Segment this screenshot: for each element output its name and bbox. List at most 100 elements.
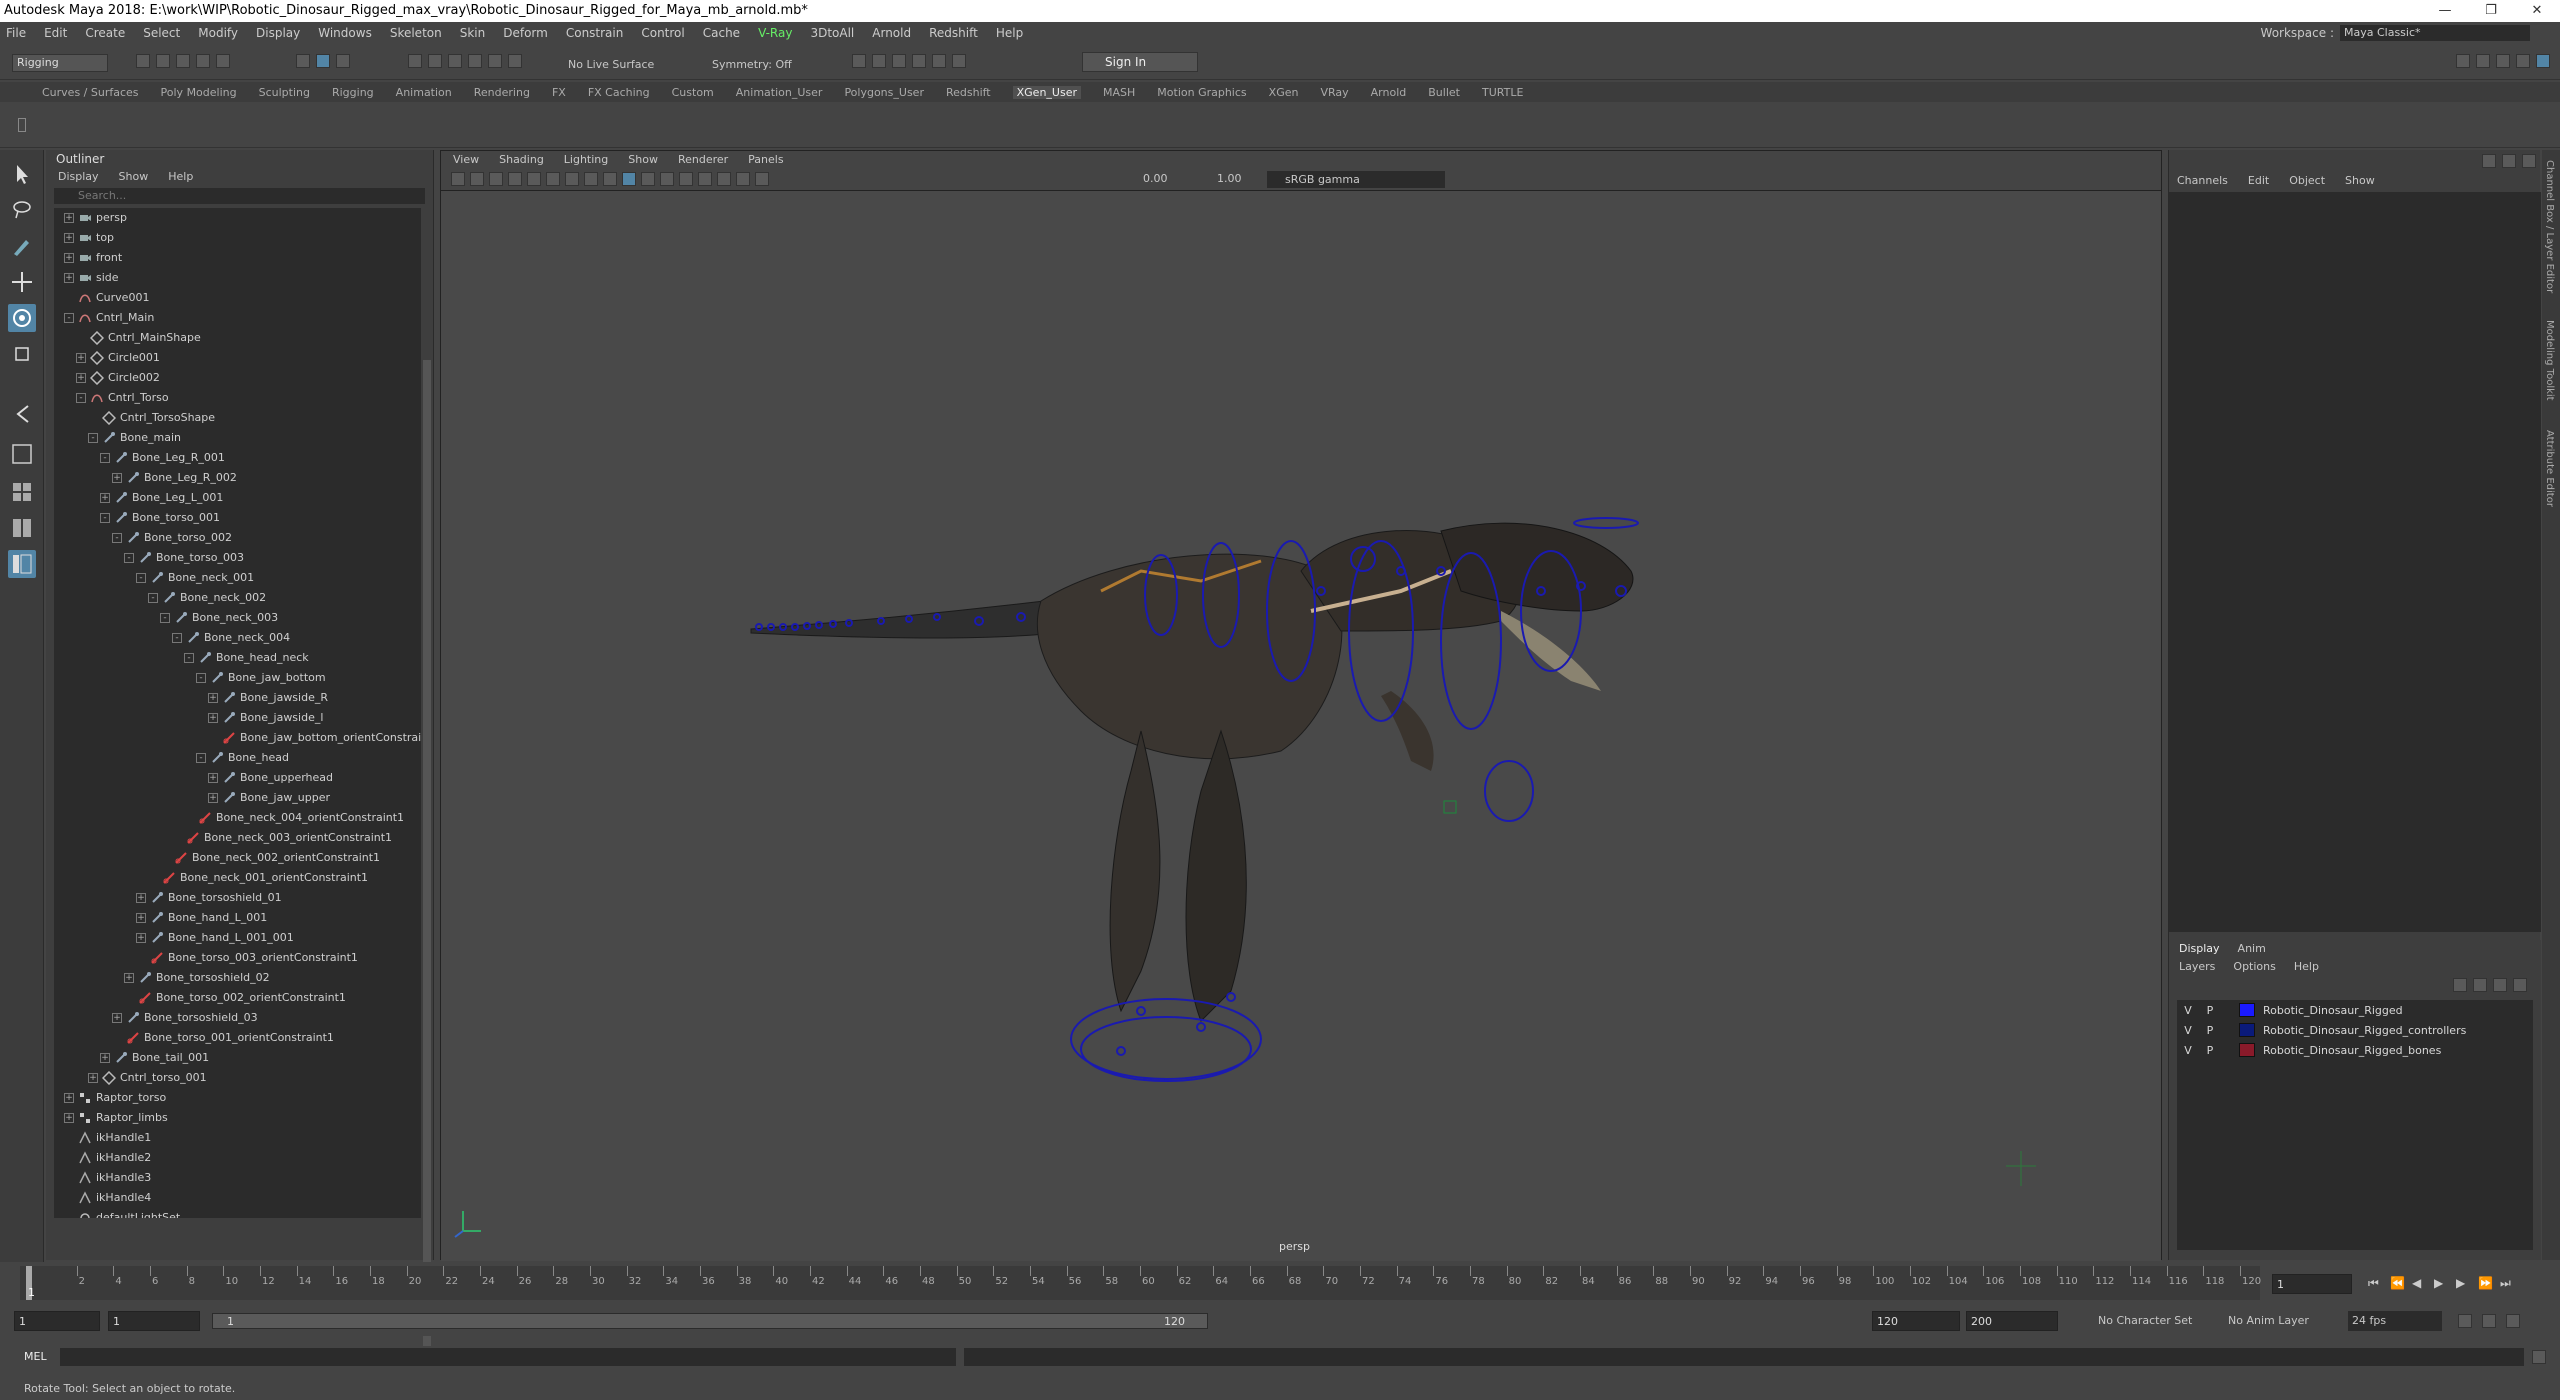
outliner-item[interactable]: - Bone_main [54,428,421,448]
expand-icon[interactable]: + [208,693,218,703]
xray-joints-icon[interactable] [755,172,769,186]
xray-icon[interactable] [736,172,750,186]
expand-icon[interactable]: + [64,233,74,243]
shelf-tab-curves-surfaces[interactable]: Curves / Surfaces [42,86,139,99]
outliner-item[interactable]: + Bone_torsoshield_01 [54,888,421,908]
edit-menu[interactable]: Edit [2248,174,2269,187]
outliner-item[interactable]: - Bone_neck_004 [54,628,421,648]
move-layer-down-icon[interactable] [2473,978,2487,992]
loop-icon[interactable] [2458,1314,2472,1328]
outliner-item[interactable]: Cntrl_TorsoShape [54,408,421,428]
outliner-item[interactable]: Bone_neck_004_orientConstraint1 [54,808,421,828]
textured-icon[interactable] [641,172,655,186]
isolate-select-icon[interactable] [717,172,731,186]
viewport-menu-panels[interactable]: Panels [748,151,783,169]
collapse-icon[interactable]: - [100,453,110,463]
expand-icon[interactable]: + [136,933,146,943]
layer-row[interactable]: V P Robotic_Dinosaur_Rigged_bones [2177,1040,2533,1060]
resolution-gate-icon[interactable] [565,172,579,186]
tab-anim[interactable]: Anim [2238,940,2266,958]
shelf-tab-animation-user[interactable]: Animation_User [736,86,823,99]
viewport-3d-view[interactable]: persp [441,191,2161,1261]
hierarchy-mode-icon[interactable] [296,54,310,68]
end-time-field[interactable]: 200 [1966,1311,2058,1331]
shelf-tab-vray[interactable]: VRay [1320,86,1348,99]
menu-skin[interactable]: Skin [460,26,486,40]
menu-control[interactable]: Control [641,26,684,40]
menu-display[interactable]: Display [256,26,300,40]
safe-action-icon[interactable] [584,172,598,186]
expand-icon[interactable]: + [64,1113,74,1123]
render-frame-icon[interactable] [852,54,866,68]
outliner-item[interactable]: - Bone_Leg_R_001 [54,448,421,468]
outliner-item[interactable]: Bone_jaw_bottom_orientConstrai [54,728,421,748]
toggle-attribute-editor-icon[interactable] [2476,54,2490,68]
ipr-render-icon[interactable] [872,54,886,68]
outliner-item[interactable]: + Raptor_torso [54,1088,421,1108]
channel-box-settings-icon[interactable] [2522,154,2536,168]
fps-dropdown[interactable]: 24 fps [2348,1311,2442,1331]
outliner-item[interactable]: + Bone_jawside_R [54,688,421,708]
scale-tool-icon[interactable] [8,340,36,368]
outliner-item[interactable]: + Bone_hand_L_001 [54,908,421,928]
help-menu[interactable]: Help [2294,958,2319,976]
component-mode-icon[interactable] [336,54,350,68]
outliner-menu-display[interactable]: Display [58,168,99,186]
menu-edit[interactable]: Edit [44,26,67,40]
move-tool-icon[interactable] [8,268,36,296]
outliner-item[interactable]: Bone_neck_002_orientConstraint1 [54,848,421,868]
redo-icon[interactable] [216,54,230,68]
channel-box-sync-icon[interactable] [2502,154,2516,168]
outliner-item[interactable]: Bone_torso_002_orientConstraint1 [54,988,421,1008]
paint-select-tool-icon[interactable] [8,232,36,260]
outliner-item[interactable]: Bone_torso_003_orientConstraint1 [54,948,421,968]
layer-playback-toggle[interactable]: P [2199,1024,2221,1037]
viewport-menu-show[interactable]: Show [628,151,658,169]
object-menu[interactable]: Object [2289,174,2325,187]
outliner-item[interactable]: - Bone_neck_001 [54,568,421,588]
outliner-item[interactable]: ikHandle4 [54,1188,421,1208]
outliner-item[interactable]: + front [54,248,421,268]
expand-icon[interactable]: + [100,493,110,503]
snap-curve-icon[interactable] [428,54,442,68]
step-back-frame-icon[interactable]: ◀ [2412,1276,2426,1290]
auto-key-icon[interactable] [2482,1314,2496,1328]
current-frame-field[interactable]: 1 [2272,1274,2352,1294]
collapse-icon[interactable]: - [76,393,86,403]
viewport-menu-shading[interactable]: Shading [499,151,544,169]
collapse-icon[interactable]: - [64,313,74,323]
outliner-item[interactable]: + Bone_tail_001 [54,1048,421,1068]
command-input[interactable] [60,1348,956,1366]
menu-vray[interactable]: V-Ray [758,26,792,40]
go-to-start-icon[interactable]: ⏮ [2368,1276,2382,1290]
expand-icon[interactable]: + [100,1053,110,1063]
outliner-item[interactable]: - Bone_head [54,748,421,768]
layer-color-swatch[interactable] [2239,1043,2255,1057]
menu-3dtoall[interactable]: 3DtoAll [810,26,854,40]
new-empty-layer-icon[interactable] [2493,978,2507,992]
menu-file[interactable]: File [6,26,26,40]
step-back-key-icon[interactable]: ⏪ [2390,1276,2405,1290]
outliner-scrollbar[interactable] [423,360,431,1360]
anim-layer-dropdown[interactable]: No Anim Layer [2228,1314,2309,1327]
ambient-occlusion-icon[interactable] [698,172,712,186]
expand-icon[interactable]: + [64,1093,74,1103]
side-tab-attribute-editor[interactable]: Attribute Editor [2544,430,2555,507]
outliner-item[interactable]: + Circle002 [54,368,421,388]
smooth-shade-icon[interactable] [622,172,636,186]
outliner-item[interactable]: + side [54,268,421,288]
symmetry-dropdown[interactable]: Symmetry: Off [712,58,792,71]
lasso-tool-icon[interactable] [8,196,36,224]
layout-single-icon[interactable] [8,440,36,468]
shelf-tab-sculpting[interactable]: Sculpting [259,86,310,99]
open-scene-icon[interactable] [156,54,170,68]
outliner-item[interactable]: + top [54,228,421,248]
select-camera-icon[interactable] [451,172,465,186]
outliner-menu-show[interactable]: Show [119,168,149,186]
toggle-tool-settings-icon[interactable] [2496,54,2510,68]
outliner-item[interactable]: + Bone_jaw_upper [54,788,421,808]
outliner-item[interactable]: Bone_neck_003_orientConstraint1 [54,828,421,848]
shelf-tab-motion-graphics[interactable]: Motion Graphics [1157,86,1246,99]
expand-icon[interactable]: + [64,253,74,263]
expand-icon[interactable]: + [136,913,146,923]
